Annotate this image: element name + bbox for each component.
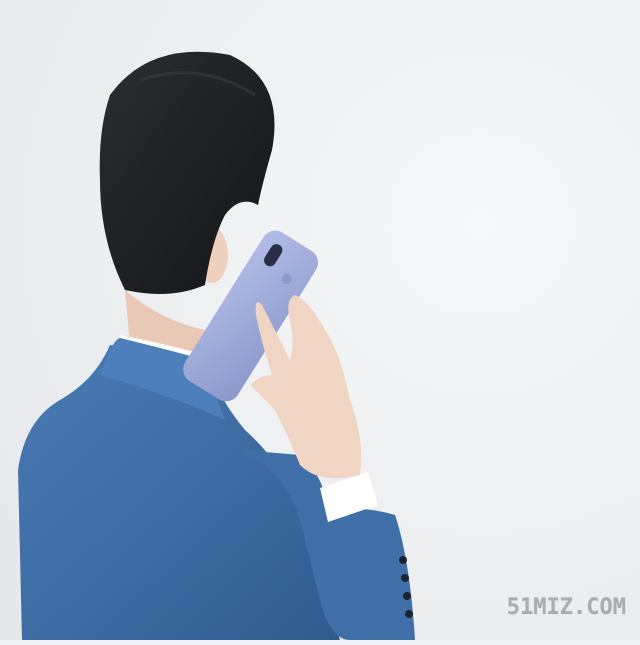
photo-illustration [0, 0, 640, 640]
photo-scene: 51MIZ.COM [0, 0, 640, 640]
sleeve-button [403, 592, 411, 600]
sleeve-button [399, 556, 407, 564]
sleeve-button [405, 610, 413, 618]
watermark-text: 51MIZ.COM [506, 595, 626, 620]
sleeve-button [401, 574, 409, 582]
